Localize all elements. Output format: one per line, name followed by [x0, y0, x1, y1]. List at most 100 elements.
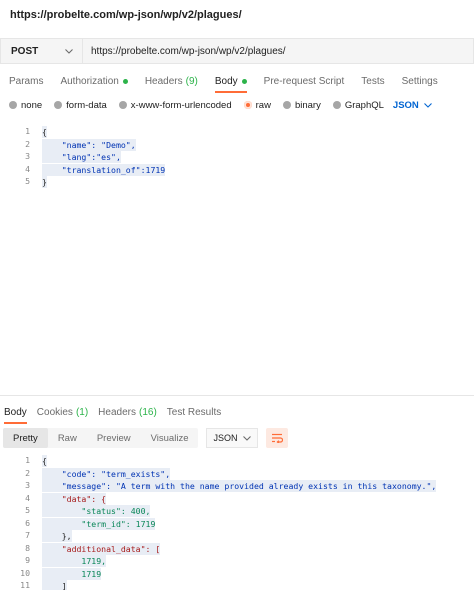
radio-icon [332, 101, 341, 109]
url-input[interactable]: https://probelte.com/wp-json/wp/v2/plagu… [82, 38, 474, 64]
code-line: 6 "term_id": 1719 [0, 517, 474, 531]
code-line: 2 "name": "Demo", [0, 138, 474, 152]
body-type-form-data[interactable]: form-data [54, 100, 107, 111]
tab-label: Pre-request Script [263, 75, 345, 87]
radio-label: none [21, 99, 43, 111]
body-language-select[interactable]: JSON [393, 100, 432, 111]
code-line: 7 }, [0, 530, 474, 543]
response-tabs: Body Cookies (1) Headers (16) Test Resul… [0, 401, 474, 424]
line-number: 4 [25, 492, 30, 503]
code-text: 1719 [42, 567, 102, 580]
response-toolbar: Pretty Raw Preview Visualize JSON [3, 428, 474, 448]
tab-label: Headers [98, 406, 136, 418]
code-text: "name": "Demo", [42, 138, 136, 151]
line-number: 10 [20, 567, 30, 578]
code-line: 5 "status": 400, [0, 505, 474, 518]
response-view-switcher: Pretty Raw Preview Visualize [3, 428, 199, 448]
body-type-binary[interactable]: binary [282, 100, 321, 111]
pane-divider[interactable] [0, 395, 474, 396]
status-dot-icon [241, 78, 247, 84]
line-number: 8 [25, 542, 30, 553]
code-text: }, [42, 530, 72, 542]
code-text: { [42, 126, 47, 138]
tab-label: Headers [144, 75, 183, 87]
line-number: 3 [25, 151, 30, 161]
code-text: } [42, 176, 47, 188]
tab-body[interactable]: Body [214, 70, 247, 93]
line-number: 11 [20, 580, 30, 590]
tab-response-body[interactable]: Body [4, 401, 27, 424]
request-title[interactable]: https://probelte.com/wp-json/wp/v2/plagu… [10, 9, 242, 21]
code-line: 3 "message": "A term with the name provi… [0, 480, 474, 493]
radio-label: raw [255, 99, 271, 111]
code-line: 9 1719, [0, 555, 474, 568]
body-type-graphql[interactable]: GraphQL [332, 100, 384, 111]
tab-response-headers[interactable]: Headers (16) [98, 401, 157, 423]
code-text: "data": { [42, 492, 107, 505]
radio-icon [9, 101, 17, 109]
code-line: 4 "data": { [0, 492, 474, 506]
tab-count: (9) [185, 75, 198, 87]
status-dot-icon [122, 78, 128, 84]
line-number: 1 [25, 455, 30, 465]
code-line: 5 } [0, 176, 474, 189]
tab-label: Settings [401, 75, 438, 87]
code-text: 1719, [42, 555, 107, 567]
code-line: 1 { [0, 455, 474, 468]
response-format-select[interactable]: JSON [206, 428, 259, 448]
tab-pre-request-script[interactable]: Pre-request Script [264, 70, 345, 92]
code-line: 1 { [0, 126, 474, 139]
body-type-urlencoded[interactable]: x-www-form-urlencoded [118, 100, 232, 111]
tab-response-cookies[interactable]: Cookies (1) [37, 401, 88, 423]
tab-authorization[interactable]: Authorization [60, 70, 128, 92]
code-text: "term_id": 1719 [42, 517, 156, 530]
line-number: 3 [25, 480, 30, 490]
tab-tests[interactable]: Tests [361, 70, 384, 92]
line-number: 1 [25, 126, 30, 136]
radio-label: form-data [66, 99, 107, 111]
code-text: "translation_of":1719 [42, 163, 166, 176]
code-text: "code": "term_exists", [42, 467, 171, 480]
request-title-bar: https://probelte.com/wp-json/wp/v2/plagu… [0, 0, 474, 30]
tab-label: Authorization [60, 75, 119, 87]
method-select[interactable]: POST [0, 38, 82, 64]
line-number: 2 [25, 467, 30, 478]
body-type-raw[interactable]: raw [243, 99, 271, 111]
tab-headers[interactable]: Headers (9) [145, 70, 198, 92]
request-body-editor[interactable]: 1 { 2 "name": "Demo", 3 "lang":"es", 4 "… [0, 124, 474, 394]
code-text: ] [42, 580, 67, 590]
tab-settings[interactable]: Settings [402, 70, 438, 92]
code-line: 2 "code": "term_exists", [0, 467, 474, 481]
code-line: 3 "lang":"es", [0, 151, 474, 164]
body-type-none[interactable]: none [9, 100, 42, 111]
url-bar: POST https://probelte.com/wp-json/wp/v2/… [0, 38, 474, 64]
code-text: "message": "A term with the name provide… [42, 480, 437, 492]
code-text: "additional_data": [ [42, 542, 161, 555]
wrap-lines-button[interactable] [266, 428, 289, 448]
line-number: 6 [25, 517, 30, 528]
radio-icon [118, 101, 127, 109]
line-number: 4 [25, 163, 30, 174]
line-number: 9 [25, 555, 30, 565]
tab-count: (1) [75, 406, 89, 418]
view-preview-button[interactable]: Preview [87, 428, 141, 448]
view-visualize-button[interactable]: Visualize [141, 428, 199, 448]
chevron-down-icon [64, 46, 74, 56]
tab-label: Cookies [36, 406, 73, 418]
tab-params[interactable]: Params [9, 70, 43, 92]
tab-label: Tests [361, 75, 385, 87]
tab-label: Params [9, 75, 44, 87]
line-number: 5 [25, 505, 30, 515]
radio-selected-icon [243, 101, 252, 109]
radio-icon [282, 101, 291, 109]
code-line: 4 "translation_of":1719 [0, 163, 474, 177]
tab-test-results[interactable]: Test Results [167, 401, 221, 423]
code-text: "status": 400, [42, 505, 151, 517]
body-type-options: none form-data x-www-form-urlencoded raw… [0, 96, 474, 114]
url-text: https://probelte.com/wp-json/wp/v2/plagu… [91, 45, 286, 57]
view-pretty-button[interactable]: Pretty [3, 428, 48, 448]
line-number: 5 [25, 176, 30, 186]
request-tabs: Params Authorization Headers (9) Body Pr… [0, 70, 474, 93]
view-raw-button[interactable]: Raw [48, 428, 87, 448]
response-body-viewer[interactable]: 1 { 2 "code": "term_exists", 3 "message"… [0, 455, 474, 590]
